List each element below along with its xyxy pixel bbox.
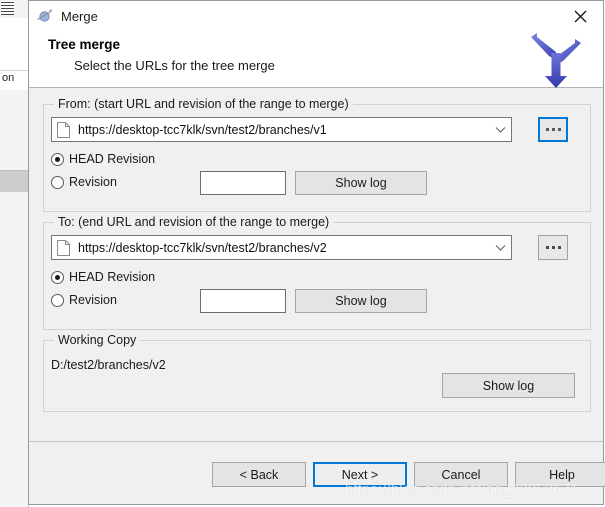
from-head-revision-label: HEAD Revision [69, 152, 156, 166]
title-bar: Merge [29, 1, 603, 31]
window-title: Merge [61, 8, 98, 24]
merge-dialog: Merge Tree merge Select the URLs for the… [28, 0, 605, 505]
help-label: Help [549, 467, 575, 482]
to-show-log-button[interactable]: Show log [295, 289, 427, 313]
ellipsis-icon [545, 246, 561, 249]
from-group-legend: From: (start URL and revision of the ran… [54, 97, 353, 111]
chevron-down-icon[interactable] [489, 244, 511, 252]
radio-indicator [51, 175, 64, 189]
to-revision-label: Revision [69, 293, 117, 307]
merge-planet-icon [36, 7, 54, 25]
dialog-body: From: (start URL and revision of the ran… [29, 88, 603, 443]
to-group-legend: To: (end URL and revision of the range t… [54, 215, 334, 229]
background-cell [0, 90, 28, 170]
from-browse-button[interactable] [538, 117, 568, 142]
from-revision-radio[interactable]: Revision [51, 175, 117, 189]
background-selected-row [0, 170, 28, 194]
radio-indicator [51, 270, 64, 284]
working-copy-show-log-button[interactable]: Show log [442, 373, 575, 398]
from-head-revision-radio[interactable]: HEAD Revision [51, 152, 155, 166]
from-show-log-label: Show log [335, 176, 387, 190]
cancel-button[interactable]: Cancel [414, 462, 508, 487]
background-cell [0, 192, 28, 507]
background-cell [0, 18, 28, 44]
document-icon [57, 239, 70, 256]
to-head-revision-radio[interactable]: HEAD Revision [51, 270, 155, 284]
from-revision-input[interactable] [200, 171, 286, 195]
to-browse-button[interactable] [538, 235, 568, 260]
to-revision-radio[interactable]: Revision [51, 293, 117, 307]
ellipsis-icon [545, 128, 561, 131]
to-revision-input[interactable] [200, 289, 286, 313]
to-url-combobox[interactable]: https://desktop-tcc7klk/svn/test2/branch… [51, 235, 512, 260]
cancel-label: Cancel [441, 467, 481, 482]
radio-indicator [51, 152, 64, 166]
from-url-combobox[interactable]: https://desktop-tcc7klk/svn/test2/branch… [51, 117, 512, 142]
page-title: Tree merge [48, 37, 121, 52]
background-row-text: on [2, 72, 15, 84]
help-button[interactable]: Help [515, 462, 605, 487]
background-cell [0, 44, 28, 71]
page-subtitle: Select the URLs for the tree merge [74, 58, 275, 73]
to-show-log-label: Show log [335, 294, 387, 308]
back-button[interactable]: < Back [212, 462, 306, 487]
working-copy-path: D:/test2/branches/v2 [51, 358, 166, 372]
from-show-log-button[interactable]: Show log [295, 171, 427, 195]
next-label: Next > [341, 467, 379, 482]
wizard-header: Tree merge Select the URLs for the tree … [29, 31, 603, 88]
screenshot-root: on Merge Tree merge Select the URLs for … [0, 0, 605, 507]
chevron-down-icon[interactable] [489, 126, 511, 134]
next-button[interactable]: Next > [313, 462, 407, 487]
working-copy-show-log-label: Show log [482, 378, 535, 393]
dialog-footer: < Back Next > Cancel Help [29, 441, 605, 504]
merge-arrows-icon [523, 27, 589, 93]
document-icon [57, 121, 70, 138]
hatch-pattern-icon [1, 1, 14, 15]
radio-indicator [51, 293, 64, 307]
working-copy-legend: Working Copy [54, 333, 141, 347]
background-cell [0, 0, 28, 19]
to-url-value: https://desktop-tcc7klk/svn/test2/branch… [78, 240, 327, 255]
to-head-revision-label: HEAD Revision [69, 270, 156, 284]
back-label: < Back [239, 467, 279, 482]
from-revision-label: Revision [69, 175, 117, 189]
from-url-value: https://desktop-tcc7klk/svn/test2/branch… [78, 122, 327, 137]
background-window-strip: on [0, 0, 29, 507]
